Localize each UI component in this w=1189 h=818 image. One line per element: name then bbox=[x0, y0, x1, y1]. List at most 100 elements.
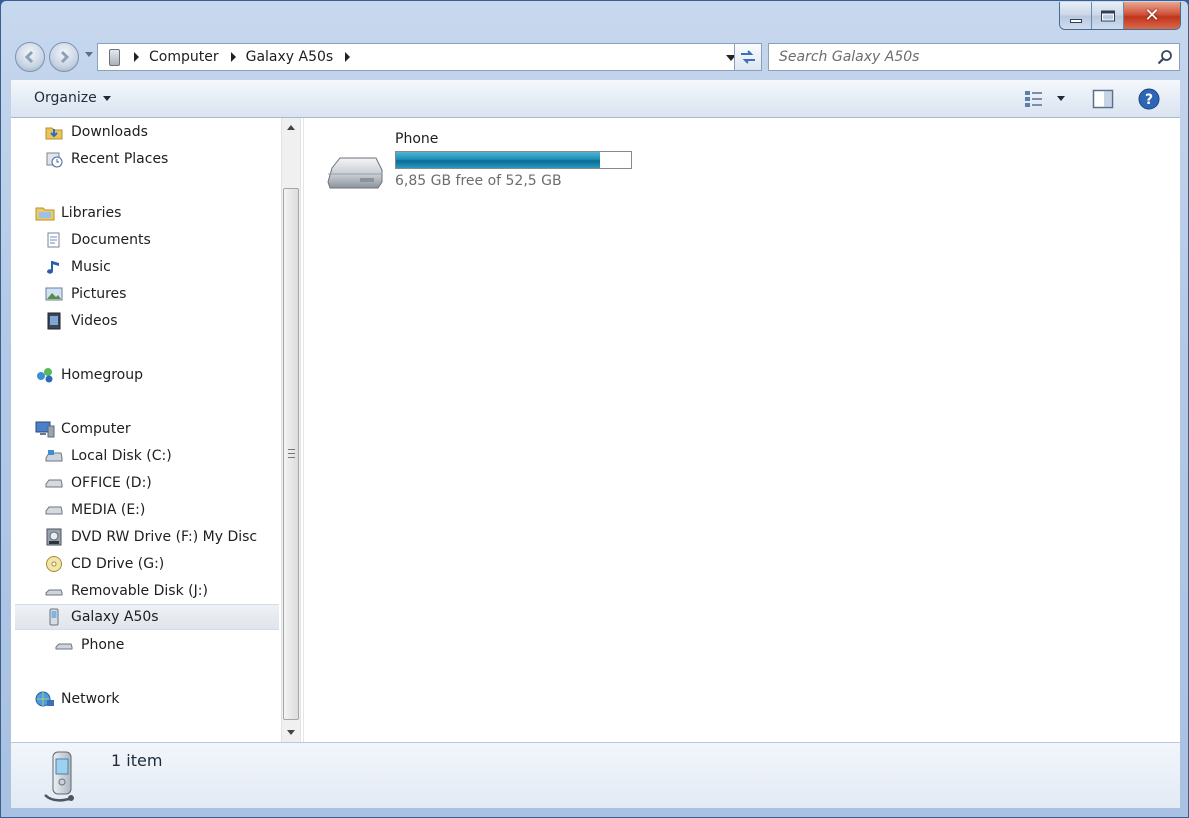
nav-item-label: Homegroup bbox=[61, 367, 144, 383]
drive-usage-fill bbox=[396, 152, 601, 168]
nav-item-phone[interactable]: Phone bbox=[55, 632, 124, 658]
nav-item-removable-j[interactable]: Removable Disk (J:) bbox=[45, 578, 208, 604]
nav-item-local-disk-c[interactable]: Local Disk (C:) bbox=[45, 443, 172, 469]
removable-disk-icon bbox=[45, 582, 63, 600]
close-button[interactable]: ✕ bbox=[1124, 2, 1180, 29]
local-disk-icon bbox=[45, 447, 63, 465]
back-arrow-icon bbox=[24, 50, 34, 64]
cd-drive-icon bbox=[45, 555, 63, 573]
svg-text:?: ? bbox=[1145, 92, 1153, 108]
scroll-down-icon[interactable] bbox=[287, 730, 295, 735]
maximize-button[interactable] bbox=[1092, 2, 1124, 29]
breadcrumb-galaxy[interactable]: Galaxy A50s bbox=[246, 44, 361, 70]
forward-button[interactable] bbox=[49, 42, 79, 72]
refresh-icon bbox=[741, 50, 755, 64]
search-box[interactable] bbox=[768, 43, 1180, 71]
maximize-icon bbox=[1100, 10, 1115, 21]
nav-item-libraries[interactable]: Libraries bbox=[35, 200, 121, 226]
minimize-icon bbox=[1069, 18, 1082, 23]
navigation-row: Computer Galaxy A50s bbox=[13, 40, 1183, 74]
phone-icon bbox=[106, 48, 122, 66]
nav-item-homegroup[interactable]: Homegroup bbox=[35, 362, 143, 388]
explorer-window: ✕ Computer Galaxy A50s Search Galaxy A50… bbox=[0, 0, 1189, 818]
chevron-right-icon[interactable] bbox=[230, 52, 236, 62]
navigation-pane-scrollbar[interactable] bbox=[281, 118, 301, 742]
address-bar[interactable]: Computer Galaxy A50s bbox=[97, 43, 743, 71]
nav-item-label: Documents bbox=[71, 232, 151, 248]
search-icon[interactable] bbox=[1157, 49, 1173, 65]
drive-tile-phone[interactable]: Phone 6,85 GB free of 52,5 GB bbox=[326, 128, 646, 198]
nav-item-documents[interactable]: Documents bbox=[45, 227, 151, 253]
nav-item-dvd-f[interactable]: DVD RW Drive (F:) My Disc bbox=[45, 524, 257, 550]
nav-item-label: DVD RW Drive (F:) My Disc bbox=[71, 529, 258, 545]
breadcrumb-label: Galaxy A50s bbox=[245, 49, 334, 65]
command-bar: Organize ? bbox=[11, 80, 1180, 118]
search-input[interactable] bbox=[769, 44, 1149, 70]
nav-item-label: Computer bbox=[61, 421, 131, 437]
portable-drive-icon bbox=[327, 157, 383, 189]
videos-icon bbox=[45, 312, 63, 330]
preview-pane-icon[interactable] bbox=[1092, 88, 1114, 110]
forward-arrow-icon bbox=[60, 50, 70, 64]
pictures-icon bbox=[45, 285, 63, 303]
nav-item-galaxy-a50s[interactable]: Galaxy A50s bbox=[15, 604, 279, 630]
content-area: Downloads Recent Places Libraries Docume… bbox=[11, 118, 1180, 742]
drive-usage-bar bbox=[395, 151, 632, 169]
downloads-folder-icon bbox=[45, 123, 63, 141]
nav-item-office-d[interactable]: OFFICE (D:) bbox=[45, 470, 152, 496]
nav-item-cd-g[interactable]: CD Drive (G:) bbox=[45, 551, 164, 577]
grip-icon bbox=[288, 449, 295, 458]
navigation-pane[interactable]: Downloads Recent Places Libraries Docume… bbox=[11, 118, 281, 742]
nav-item-media-e[interactable]: MEDIA (E:) bbox=[45, 497, 145, 523]
refresh-button[interactable] bbox=[734, 43, 762, 71]
scroll-up-icon[interactable] bbox=[287, 125, 295, 130]
breadcrumb-root-arrow[interactable] bbox=[122, 44, 149, 70]
drive-name: Phone bbox=[395, 131, 439, 147]
file-list-pane[interactable]: Phone 6,85 GB free of 52,5 GB bbox=[303, 118, 1180, 742]
organize-label: Organize bbox=[34, 90, 97, 106]
nav-item-computer[interactable]: Computer bbox=[35, 416, 131, 442]
nav-item-videos[interactable]: Videos bbox=[45, 308, 118, 334]
nav-item-label: Pictures bbox=[71, 286, 127, 302]
help-icon[interactable]: ? bbox=[1138, 88, 1160, 110]
music-icon bbox=[45, 258, 63, 276]
documents-icon bbox=[45, 231, 63, 249]
recent-places-icon bbox=[45, 150, 63, 168]
nav-item-label: Phone bbox=[81, 637, 125, 653]
nav-item-recent-places[interactable]: Recent Places bbox=[45, 146, 168, 172]
nav-item-pictures[interactable]: Pictures bbox=[45, 281, 126, 307]
nav-item-label: Downloads bbox=[71, 124, 148, 140]
drive-free-space: 6,85 GB free of 52,5 GB bbox=[395, 173, 562, 189]
hard-drive-icon bbox=[45, 474, 63, 492]
close-icon: ✕ bbox=[1144, 4, 1160, 26]
nav-item-label: Local Disk (C:) bbox=[71, 448, 172, 464]
breadcrumb-computer[interactable]: Computer bbox=[149, 44, 246, 70]
details-pane: 1 item bbox=[11, 742, 1180, 808]
scrollbar-thumb[interactable] bbox=[283, 188, 299, 720]
dvd-drive-icon bbox=[45, 528, 63, 546]
phone-icon bbox=[44, 751, 74, 802]
nav-item-music[interactable]: Music bbox=[45, 254, 111, 280]
nav-item-label: Music bbox=[71, 259, 111, 275]
caption-buttons: ✕ bbox=[1059, 2, 1181, 30]
network-icon bbox=[35, 690, 54, 708]
recent-pages-dropdown[interactable] bbox=[85, 52, 93, 57]
change-view-icon[interactable] bbox=[1024, 88, 1046, 110]
nav-item-label: MEDIA (E:) bbox=[71, 502, 146, 518]
nav-item-label: Recent Places bbox=[71, 151, 169, 167]
chevron-right-icon[interactable] bbox=[345, 52, 351, 62]
minimize-button[interactable] bbox=[1060, 2, 1092, 29]
nav-item-label: Network bbox=[61, 691, 120, 707]
nav-item-label: Libraries bbox=[61, 205, 122, 221]
nav-item-label: Removable Disk (J:) bbox=[71, 583, 208, 599]
nav-item-downloads[interactable]: Downloads bbox=[45, 119, 148, 145]
nav-item-network[interactable]: Network bbox=[35, 686, 119, 712]
organize-button[interactable]: Organize bbox=[34, 90, 111, 106]
breadcrumb-label: Computer bbox=[149, 49, 219, 65]
hard-drive-icon bbox=[45, 501, 63, 519]
back-button[interactable] bbox=[15, 42, 45, 72]
view-options-dropdown[interactable] bbox=[1057, 96, 1065, 101]
nav-item-label: OFFICE (D:) bbox=[71, 475, 152, 491]
phone-storage-icon bbox=[55, 636, 73, 654]
homegroup-icon bbox=[35, 366, 53, 384]
